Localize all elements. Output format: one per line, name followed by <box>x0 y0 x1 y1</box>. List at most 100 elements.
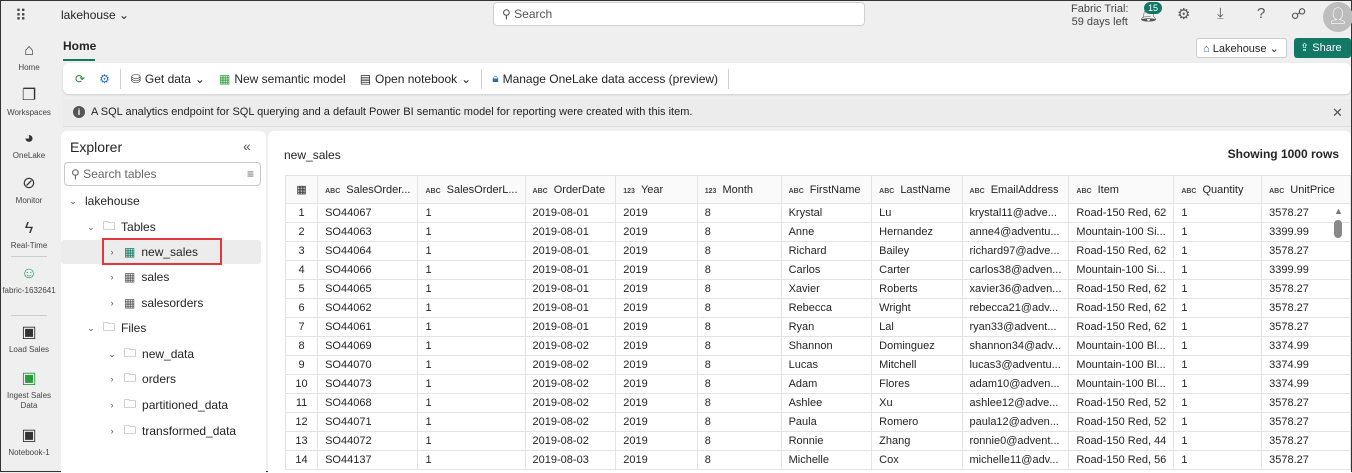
table-cell[interactable]: 1 <box>417 431 526 451</box>
row-number[interactable]: 1 <box>284 203 319 223</box>
table-cell[interactable]: Carlos <box>780 260 873 280</box>
row-number[interactable]: 11 <box>284 393 319 413</box>
table-cell[interactable]: Mountain-100 Bl... <box>1068 355 1175 375</box>
table-cell[interactable]: shannon34@adv... <box>961 336 1070 356</box>
tree-folder-new-data[interactable]: ⌄ 🗀︎ new_data <box>61 342 261 366</box>
table-cell[interactable]: Road-150 Red, 62 <box>1068 241 1175 261</box>
table-cell[interactable]: adam10@adven... <box>961 374 1070 394</box>
column-header[interactable]: ABC Item <box>1068 175 1175 204</box>
table-cell[interactable]: 1 <box>417 241 526 261</box>
table-cell[interactable]: 8 <box>696 298 782 318</box>
table-cell[interactable]: 2019-08-02 <box>524 393 617 413</box>
table-cell[interactable]: 1 <box>1173 222 1263 242</box>
table-cell[interactable]: Krystal <box>780 203 873 223</box>
table-cell[interactable]: ashlee12@adve... <box>961 393 1070 413</box>
table-cell[interactable]: 1 <box>1173 298 1263 318</box>
table-cell[interactable]: 8 <box>696 374 782 394</box>
table-cell[interactable]: 1 <box>1173 317 1263 337</box>
table-cell[interactable]: 1 <box>417 317 526 337</box>
table-cell[interactable]: 8 <box>696 450 782 470</box>
table-cell[interactable]: 1 <box>1173 412 1263 432</box>
table-cell[interactable]: SO44137 <box>317 450 419 470</box>
close-icon[interactable]: ✕ <box>1332 105 1343 121</box>
table-cell[interactable]: Adam <box>780 374 873 394</box>
table-cell[interactable]: 2019-08-02 <box>524 374 617 394</box>
table-cell[interactable]: 2019-08-01 <box>524 279 617 299</box>
table-cell[interactable]: ronnie0@advent... <box>961 431 1070 451</box>
table-cell[interactable]: SO44070 <box>317 355 419 375</box>
table-cell[interactable]: 8 <box>696 203 782 223</box>
row-number[interactable]: 7 <box>284 317 319 337</box>
gear-icon[interactable]: ⚙ <box>1177 5 1190 23</box>
tree-tables-folder[interactable]: ⌄ 🗀︎ Tables <box>61 215 261 239</box>
row-number[interactable]: 13 <box>284 431 319 451</box>
table-cell[interactable]: 3578.27 <box>1261 279 1351 299</box>
table-cell[interactable]: 8 <box>696 279 782 299</box>
tree-files-folder[interactable]: ⌄ 🗀︎ Files <box>61 316 261 340</box>
nav-home[interactable]: ⌂ Home <box>1 41 57 73</box>
table-cell[interactable]: Ashlee <box>780 393 873 413</box>
table-cell[interactable]: 2019-08-02 <box>524 355 617 375</box>
table-cell[interactable]: Michelle <box>780 450 873 470</box>
table-cell[interactable]: SO44069 <box>317 336 419 356</box>
table-cell[interactable]: 2019 <box>615 450 698 470</box>
nav-load-sales[interactable]: ▣ Load Sales <box>1 323 57 355</box>
nav-onelake[interactable]: ◕ OneLake <box>1 129 57 161</box>
search-tables-input[interactable]: ⚲ Search tables ≡ <box>64 162 261 186</box>
table-cell[interactable]: SO44071 <box>317 412 419 432</box>
table-cell[interactable]: 1 <box>417 412 526 432</box>
table-cell[interactable]: 1 <box>1173 336 1263 356</box>
table-cell[interactable]: SO44065 <box>317 279 419 299</box>
table-cell[interactable]: Anne <box>780 222 873 242</box>
column-header[interactable]: ABC LastName <box>871 175 963 204</box>
table-cell[interactable]: 3399.99 <box>1261 260 1351 280</box>
table-cell[interactable]: 1 <box>417 222 526 242</box>
table-cell[interactable]: Roberts <box>871 279 963 299</box>
table-cell[interactable]: 8 <box>696 336 782 356</box>
table-cell[interactable]: Zhang <box>871 431 963 451</box>
table-cell[interactable]: 1 <box>417 450 526 470</box>
table-cell[interactable]: Road-150 Red, 56 <box>1068 450 1175 470</box>
global-search-input[interactable]: ⚲ Search <box>493 2 865 26</box>
table-cell[interactable]: 2019-08-01 <box>524 222 617 242</box>
table-cell[interactable]: 8 <box>696 355 782 375</box>
table-cell[interactable]: Ryan <box>780 317 873 337</box>
manage-onelake-access-button[interactable]: 🔒︎ Manage OneLake data access (preview) <box>488 71 722 86</box>
table-cell[interactable]: Dominguez <box>871 336 963 356</box>
column-header[interactable]: ABC SalesOrder... <box>317 175 419 204</box>
table-cell[interactable]: 2019-08-02 <box>524 336 617 356</box>
tree-lakehouse[interactable]: ⌄ lakehouse <box>61 189 261 213</box>
feedback-icon[interactable]: ☍ <box>1291 5 1306 23</box>
table-cell[interactable]: krystal11@adve... <box>961 203 1070 223</box>
table-cell[interactable]: 2019 <box>615 431 698 451</box>
table-cell[interactable]: 2019 <box>615 241 698 261</box>
table-cell[interactable]: Xavier <box>780 279 873 299</box>
table-cell[interactable]: 2019 <box>615 317 698 337</box>
table-cell[interactable]: SO44061 <box>317 317 419 337</box>
get-data-button[interactable]: ⛁ Get data ⌄ <box>127 72 209 86</box>
table-cell[interactable]: 2019 <box>615 393 698 413</box>
share-button[interactable]: ⇪ Share <box>1294 38 1351 58</box>
table-cell[interactable]: 1 <box>1173 374 1263 394</box>
table-cell[interactable]: Hernandez <box>871 222 963 242</box>
row-number[interactable]: 5 <box>284 279 319 299</box>
table-cell[interactable]: SO44062 <box>317 298 419 318</box>
column-header[interactable]: ABC OrderDate <box>524 175 617 204</box>
table-cell[interactable]: 3578.27 <box>1261 450 1351 470</box>
new-semantic-model-button[interactable]: ▦ New semantic model <box>215 72 350 86</box>
app-launcher-icon[interactable]: ⠿ <box>15 6 27 26</box>
table-cell[interactable]: 3578.27 <box>1261 412 1351 432</box>
table-cell[interactable]: lucas3@adventu... <box>961 355 1070 375</box>
table-cell[interactable]: Flores <box>871 374 963 394</box>
table-cell[interactable]: Wright <box>871 298 963 318</box>
table-cell[interactable]: 3374.99 <box>1261 355 1351 375</box>
table-cell[interactable]: Romero <box>871 412 963 432</box>
table-cell[interactable]: 3578.27 <box>1261 431 1351 451</box>
table-cell[interactable]: 1 <box>417 374 526 394</box>
tab-home[interactable]: Home <box>63 39 96 61</box>
filter-icon[interactable]: ≡ <box>247 167 254 181</box>
table-cell[interactable]: SO44068 <box>317 393 419 413</box>
settings-icon[interactable]: ⚙ <box>95 72 114 86</box>
table-cell[interactable]: Paula <box>780 412 873 432</box>
table-cell[interactable]: paula12@adven... <box>961 412 1070 432</box>
